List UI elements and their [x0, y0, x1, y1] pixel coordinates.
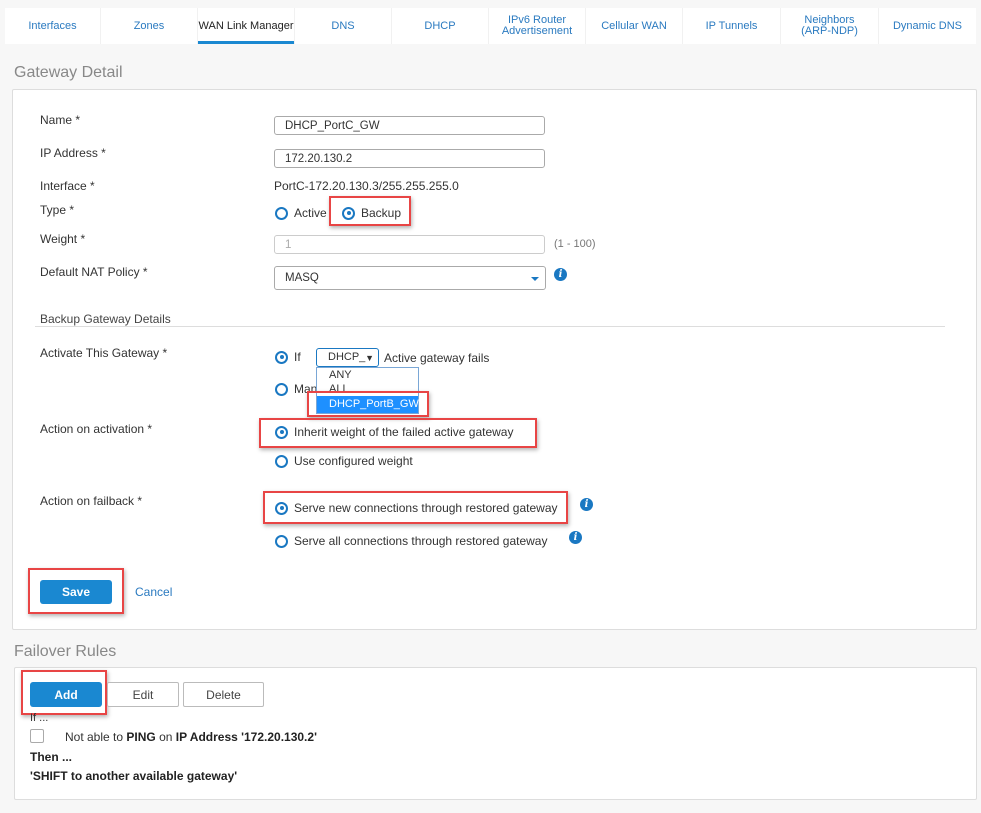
failover-rules-title: Failover Rules [14, 643, 117, 660]
tab-dhcp[interactable]: DHCP [392, 8, 489, 44]
dropdown-option-dhcp-portb-gw[interactable]: DHCP_PortB_GW [317, 396, 419, 413]
radio-circle-icon [275, 534, 288, 548]
weight-range-hint: (1 - 100) [554, 238, 596, 250]
configured-weight-label: Use configured weight [294, 454, 413, 468]
rule-prefix: Not able to [65, 730, 124, 744]
add-rule-button[interactable]: Add [30, 682, 102, 707]
dropdown-option-any[interactable]: ANY [317, 368, 418, 382]
radio-circle-icon [275, 382, 288, 396]
tab-wan-link-manager[interactable]: WAN Link Manager [198, 8, 295, 44]
action-failback-label: Action on failback * [40, 494, 143, 508]
divider [35, 326, 945, 327]
tab-dns[interactable]: DNS [295, 8, 392, 44]
activate-if-radio[interactable]: If [275, 350, 301, 364]
nat-policy-value: MASQ [285, 272, 319, 284]
tab-bar: Interfaces Zones WAN Link Manager DNS DH… [5, 8, 976, 44]
activate-manually-label: Man [294, 382, 318, 396]
configured-weight-radio[interactable]: Use configured weight [275, 454, 413, 468]
radio-checked-icon [342, 206, 355, 220]
rule-protocol: PING [126, 730, 156, 744]
edit-rule-button[interactable]: Edit [107, 682, 179, 707]
rule-checkbox[interactable] [30, 729, 44, 743]
interface-value: PortC-172.20.130.3/255.255.255.0 [274, 179, 459, 193]
dropdown-option-all[interactable]: ALL [317, 382, 418, 396]
serve-all-connections-radio[interactable]: Serve all connections through restored g… [275, 534, 547, 548]
chevron-down-icon [531, 277, 539, 281]
radio-circle-icon [275, 206, 288, 220]
name-label: Name * [40, 113, 81, 127]
info-icon[interactable]: i [569, 531, 582, 544]
action-activation-label: Action on activation * [40, 422, 153, 436]
weight-label: Weight * [40, 232, 86, 246]
inherit-weight-label: Inherit weight of the failed active gate… [294, 425, 514, 439]
nat-policy-label: Default NAT Policy * [40, 265, 148, 279]
weight-input[interactable] [274, 235, 545, 254]
name-input[interactable] [274, 116, 545, 135]
save-button[interactable]: Save [40, 580, 112, 604]
ip-address-input[interactable] [274, 149, 545, 168]
type-radio-active[interactable]: Active [275, 206, 327, 220]
cancel-link[interactable]: Cancel [135, 585, 172, 599]
radio-circle-icon [275, 454, 288, 468]
rule-then-label: Then ... [30, 750, 72, 764]
radio-checked-icon [275, 425, 288, 439]
tab-cellular-wan[interactable]: Cellular WAN [586, 8, 683, 44]
delete-rule-button[interactable]: Delete [183, 682, 264, 707]
type-label: Type * [40, 203, 75, 217]
serve-new-connections-radio[interactable]: Serve new connections through restored g… [275, 501, 558, 515]
type-active-label: Active [294, 206, 327, 220]
info-icon[interactable]: i [580, 498, 593, 511]
tab-interfaces[interactable]: Interfaces [5, 8, 101, 44]
info-icon[interactable]: i [554, 268, 567, 281]
activate-gateway-label: Activate This Gateway * [40, 346, 168, 360]
nat-policy-select[interactable]: MASQ [274, 266, 546, 290]
serve-all-connections-label: Serve all connections through restored g… [294, 534, 548, 548]
type-backup-label: Backup [361, 206, 402, 220]
dropdown-arrow-icon: ▼ [365, 353, 374, 363]
rule-on: on [159, 730, 173, 744]
active-gateway-select[interactable]: DHCP_ ▼ [316, 348, 379, 367]
activate-suffix-text: Active gateway fails [384, 351, 490, 365]
interface-label: Interface * [40, 179, 95, 193]
radio-checked-icon [275, 350, 288, 364]
backup-gateway-details-heading: Backup Gateway Details [40, 312, 171, 326]
rule-if-label: If ... [30, 712, 49, 721]
radio-checked-icon [275, 501, 288, 515]
inherit-weight-radio[interactable]: Inherit weight of the failed active gate… [275, 425, 513, 439]
active-gateway-select-value: DHCP_ [328, 351, 366, 363]
activate-if-label: If [294, 350, 301, 364]
ip-address-label: IP Address * [40, 146, 106, 160]
type-radio-backup[interactable]: Backup [342, 206, 401, 220]
tab-ipv6-router-advertisement[interactable]: IPv6 Router Advertisement [489, 8, 586, 44]
serve-new-connections-label: Serve new connections through restored g… [294, 501, 558, 515]
activate-manually-radio[interactable]: Man [275, 382, 317, 396]
rule-target: IP Address '172.20.130.2' [175, 730, 317, 744]
rule-then-action: 'SHIFT to another available gateway' [30, 769, 238, 783]
tab-dynamic-dns[interactable]: Dynamic DNS [879, 8, 976, 44]
gateway-detail-title: Gateway Detail [14, 64, 123, 81]
tab-neighbors[interactable]: Neighbors (ARP-NDP) [781, 8, 879, 44]
active-gateway-dropdown: ANY ALL DHCP_PortB_GW [316, 367, 419, 414]
tab-zones[interactable]: Zones [101, 8, 198, 44]
rule-condition: Not able to PING on IP Address '172.20.1… [65, 730, 317, 744]
tab-ip-tunnels[interactable]: IP Tunnels [683, 8, 781, 44]
